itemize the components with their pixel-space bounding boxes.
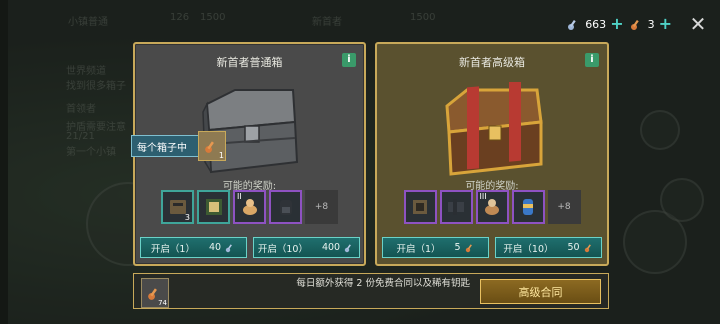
advanced-chest-panel: 新首者高级箱 i 可能的奖励: III +8 开启（1） 5 开启（10） 50 [375,42,609,266]
open-10-button[interactable]: 开启（10） 50 [495,237,602,258]
contract-description: 每日额外获得 2 份免费合同以及稀有钥匙 [296,278,470,289]
bottom-key-slot: 74 [141,278,169,308]
open-buttons: 开启（1） 5 开启（10） 50 [377,237,607,258]
backpack-icon [279,200,292,215]
open-label: 开启（1） [396,243,441,255]
rifle-parts-icon [448,199,464,215]
panel-title: 新首者普通箱 [216,56,283,69]
open-cost: 50 [567,242,580,253]
bottom-key-count: 74 [158,299,167,307]
open-1-button[interactable]: 开启（1） 40 [139,237,247,258]
reward-slot[interactable] [511,190,545,224]
premium-contract-button[interactable]: 高级合同 [480,279,601,304]
key-red-icon [465,243,472,252]
open-label: 开启（1） [150,243,195,255]
key-red-icon [584,243,591,252]
book-icon [205,199,222,215]
tooltip-key-count: 1 [218,151,224,160]
rewards-list: 3 II +8 [135,190,364,224]
add-currency-1-button[interactable]: + [610,16,623,32]
reward-slot[interactable] [269,190,302,224]
key-icon [344,243,352,252]
weapon-parts-icon [413,200,427,214]
key-red-icon [205,141,214,153]
reward-count: 3 [184,213,190,222]
reward-slot[interactable] [197,190,230,224]
open-10-button[interactable]: 开启（10） 400 [252,237,360,258]
info-button[interactable]: i [342,53,356,67]
key-icon [225,243,232,252]
open-cost: 40 [208,242,222,253]
normal-chest-icon [201,89,298,174]
reward-slot[interactable] [403,190,437,224]
reward-slot[interactable]: II [233,190,266,224]
premium-contract-bar: 74 每日额外获得 2 份免费合同以及稀有钥匙 高级合同 [133,273,609,309]
open-label: 开启（10） [503,243,554,255]
currency-bar: 663 + 3 + ✕ [567,10,720,38]
dog-icon [242,199,257,215]
open-1-button[interactable]: 开启（1） 5 [382,237,489,258]
info-button[interactable]: i [585,53,599,67]
open-label: 开启（10） [257,243,308,255]
add-currency-2-button[interactable]: + [659,16,672,32]
rewards-list: III +8 [377,190,607,224]
open-cost: 400 [321,242,341,253]
currency-2: 3 + [630,16,672,32]
reward-slot[interactable]: 3 [161,190,194,224]
open-buttons: 开启（1） 40 开启（10） 400 [135,237,364,258]
reward-slot[interactable]: III [475,190,509,224]
tooltip-key-slot: 1 [198,131,226,161]
reward-tier: II [237,192,242,201]
key-red-icon [630,19,639,30]
reward-tier: III [479,192,487,201]
canister-icon [523,199,533,215]
key-icon [568,19,576,30]
more-rewards[interactable]: +8 [305,190,338,224]
currency-1-value: 663 [585,17,607,31]
panel-title: 新首者高级箱 [459,56,525,69]
currency-1: 663 + [567,16,624,32]
open-cost: 5 [454,242,461,253]
close-button[interactable]: ✕ [684,10,712,38]
advanced-chest-icon [445,82,543,176]
reward-slot[interactable] [439,190,473,224]
more-rewards[interactable]: +8 [547,190,581,224]
currency-2-value: 3 [647,17,655,31]
